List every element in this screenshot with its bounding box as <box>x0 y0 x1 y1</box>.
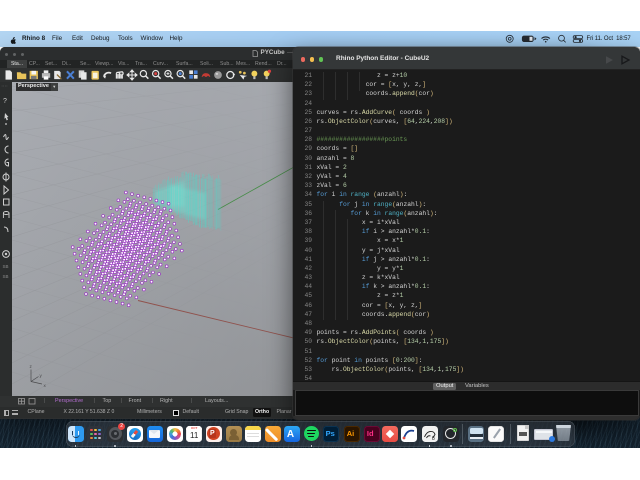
svg-text:8: 8 <box>432 436 435 442</box>
svg-text:SB: SB <box>3 264 9 269</box>
svg-text:SB: SB <box>3 274 9 279</box>
svg-text:?: ? <box>3 98 7 105</box>
